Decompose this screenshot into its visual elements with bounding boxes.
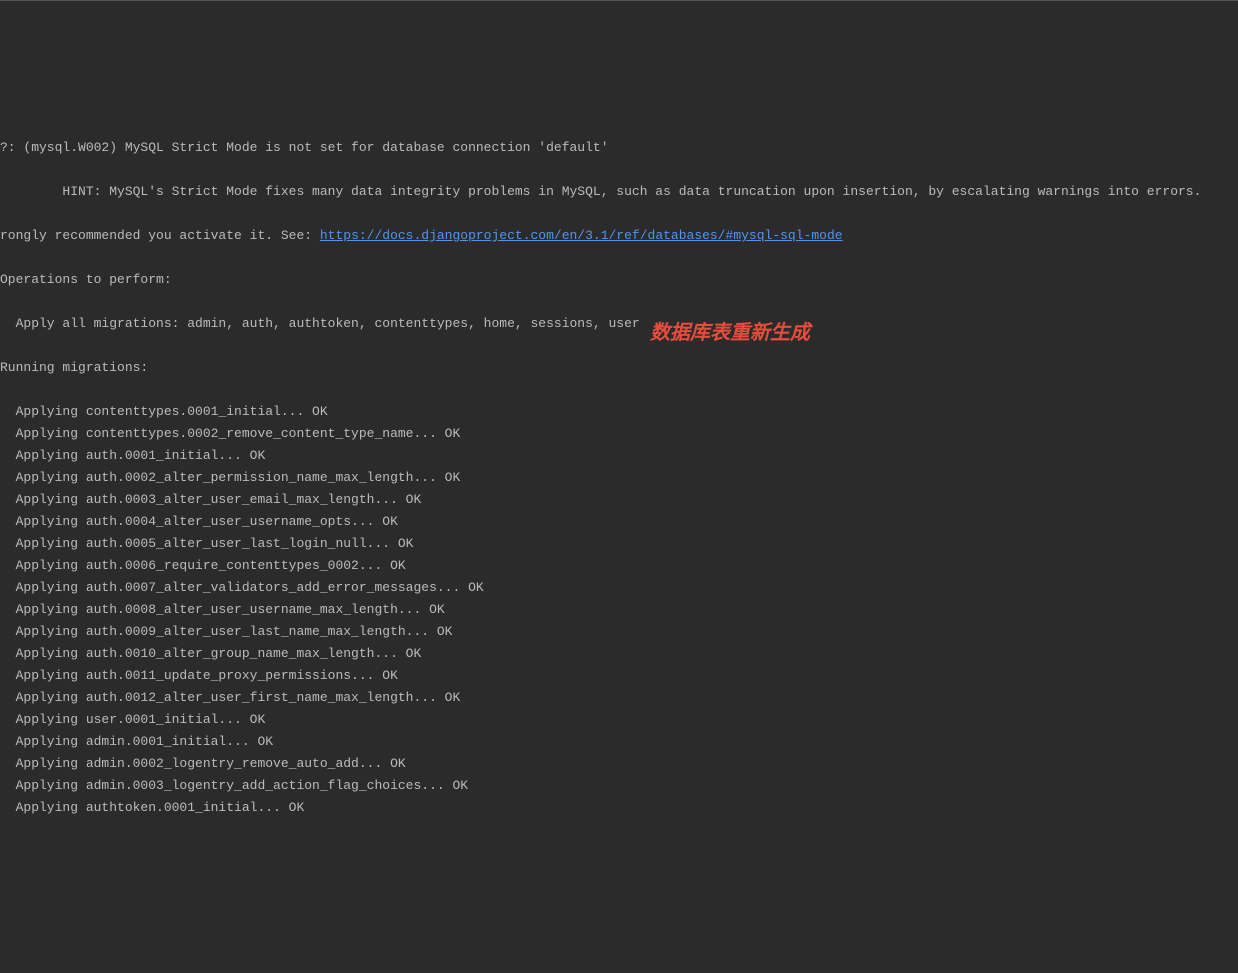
migration-line: Applying authtoken.0001_initial... OK: [0, 797, 1238, 819]
migrations-list: Applying contenttypes.0001_initial... OK…: [0, 401, 1238, 819]
migration-line: Applying auth.0001_initial... OK: [0, 445, 1238, 467]
annotation-label: 数据库表重新生成: [650, 322, 810, 344]
migration-line: Applying auth.0003_alter_user_email_max_…: [0, 489, 1238, 511]
migration-line: Applying admin.0001_initial... OK: [0, 731, 1238, 753]
mysql-warning-line: ?: (mysql.W002) MySQL Strict Mode is not…: [0, 137, 1238, 159]
apply-all-line: Apply all migrations: admin, auth, autht…: [0, 313, 1238, 335]
migration-line: Applying admin.0003_logentry_add_action_…: [0, 775, 1238, 797]
migration-line: Applying contenttypes.0001_initial... OK: [0, 401, 1238, 423]
operations-header: Operations to perform:: [0, 269, 1238, 291]
running-migrations-header: Running migrations:: [0, 357, 1238, 379]
migration-line: Applying auth.0009_alter_user_last_name_…: [0, 621, 1238, 643]
migration-line: Applying auth.0004_alter_user_username_o…: [0, 511, 1238, 533]
migration-line: Applying auth.0006_require_contenttypes_…: [0, 555, 1238, 577]
docs-link[interactable]: https://docs.djangoproject.com/en/3.1/re…: [320, 228, 843, 243]
migration-line: Applying auth.0012_alter_user_first_name…: [0, 687, 1238, 709]
migration-line: Applying auth.0011_update_proxy_permissi…: [0, 665, 1238, 687]
migration-line: Applying auth.0010_alter_group_name_max_…: [0, 643, 1238, 665]
migration-line: Applying auth.0005_alter_user_last_login…: [0, 533, 1238, 555]
hint-line-1: HINT: MySQL's Strict Mode fixes many dat…: [0, 181, 1238, 203]
migration-line: Applying auth.0002_alter_permission_name…: [0, 467, 1238, 489]
migration-line: Applying user.0001_initial... OK: [0, 709, 1238, 731]
hint-line-2: rongly recommended you activate it. See:…: [0, 225, 1238, 247]
migration-line: Applying contenttypes.0002_remove_conten…: [0, 423, 1238, 445]
top-border: [0, 0, 1238, 1]
migration-line: Applying admin.0002_logentry_remove_auto…: [0, 753, 1238, 775]
hint-line-2-prefix: rongly recommended you activate it. See:: [0, 228, 320, 243]
migration-line: Applying auth.0007_alter_validators_add_…: [0, 577, 1238, 599]
migration-line: Applying auth.0008_alter_user_username_m…: [0, 599, 1238, 621]
